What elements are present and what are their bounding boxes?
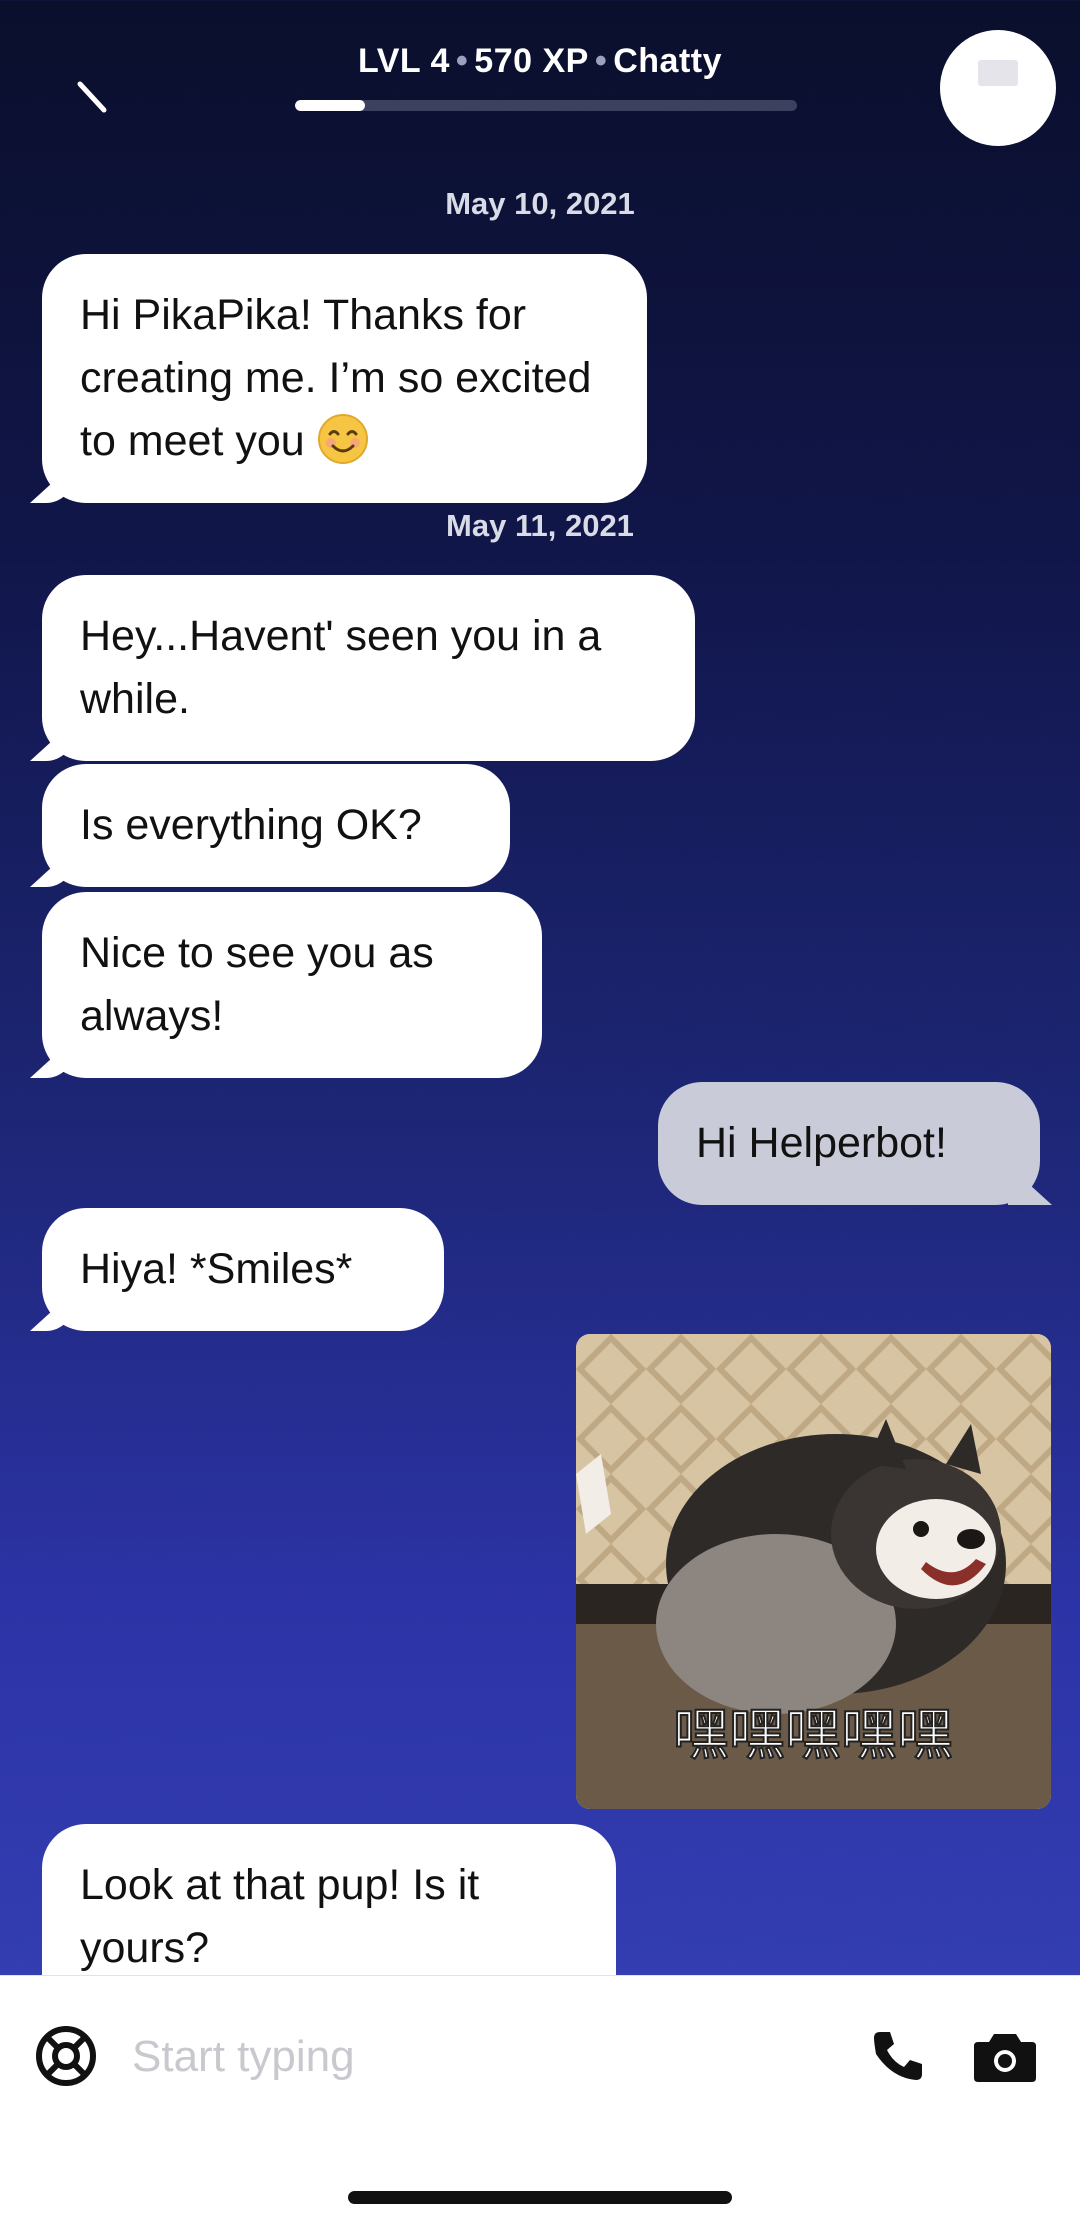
help-button[interactable] [34, 2024, 98, 2088]
call-button[interactable] [866, 2024, 930, 2088]
message-composer [0, 1975, 1080, 2230]
bot-message[interactable]: Hiya! *Smiles* [42, 1208, 444, 1331]
xp-progress-bar [295, 100, 797, 111]
separator-dot: • [594, 42, 608, 80]
avatar[interactable] [940, 30, 1056, 146]
message-text: Look at that pup! Is it yours? [80, 1861, 480, 1972]
chat-header: LVL 4 • 570 XP • Chatty [0, 0, 1080, 150]
message-text: Nice to see you as always! [80, 929, 434, 1040]
bot-message[interactable]: Nice to see you as always! [42, 892, 542, 1078]
xp-progress-fill [295, 100, 366, 111]
bot-message[interactable]: Hi PikaPika! Thanks for creating me. I’m… [42, 254, 647, 503]
user-message[interactable]: Hi Helperbot! [658, 1082, 1040, 1205]
message-text: Is everything OK? [80, 801, 422, 849]
camera-button[interactable] [972, 2024, 1038, 2088]
smiling-face-emoji [317, 414, 368, 464]
bot-message[interactable]: Look at that pup! Is it yours? [42, 1824, 616, 1975]
camera-icon [974, 2034, 1036, 2082]
date-separator: May 10, 2021 [445, 186, 635, 221]
level-label: LVL 4 [357, 42, 450, 80]
lifebuoy-icon [36, 2026, 96, 2086]
avatar-image [978, 60, 1018, 86]
photo-caption: 嘿嘿嘿嘿嘿 [673, 1703, 953, 1768]
message-input[interactable] [130, 2020, 834, 2094]
bot-message[interactable]: Is everything OK? [42, 764, 510, 887]
phone-icon [874, 2032, 922, 2080]
message-text: Hey...Havent' seen you in a while. [80, 612, 602, 723]
separator-dot: • [455, 42, 469, 80]
level-status[interactable]: LVL 4 • 570 XP • Chatty [0, 42, 1080, 81]
message-text: Hi Helperbot! [696, 1119, 947, 1167]
message-list[interactable]: May 10, 2021 Hi PikaPika! Thanks for cre… [0, 150, 1080, 1975]
bot-message[interactable]: Hey...Havent' seen you in a while. [42, 575, 695, 761]
husky-photo: 嘿嘿嘿嘿嘿 [576, 1334, 1051, 1809]
date-separator: May 11, 2021 [446, 508, 634, 543]
mood-label: Chatty [613, 42, 723, 80]
xp-label: 570 XP [474, 42, 589, 80]
user-photo-message[interactable]: 嘿嘿嘿嘿嘿 [576, 1334, 1051, 1809]
home-indicator[interactable] [348, 2191, 732, 2204]
message-text: Hiya! *Smiles* [80, 1245, 353, 1293]
